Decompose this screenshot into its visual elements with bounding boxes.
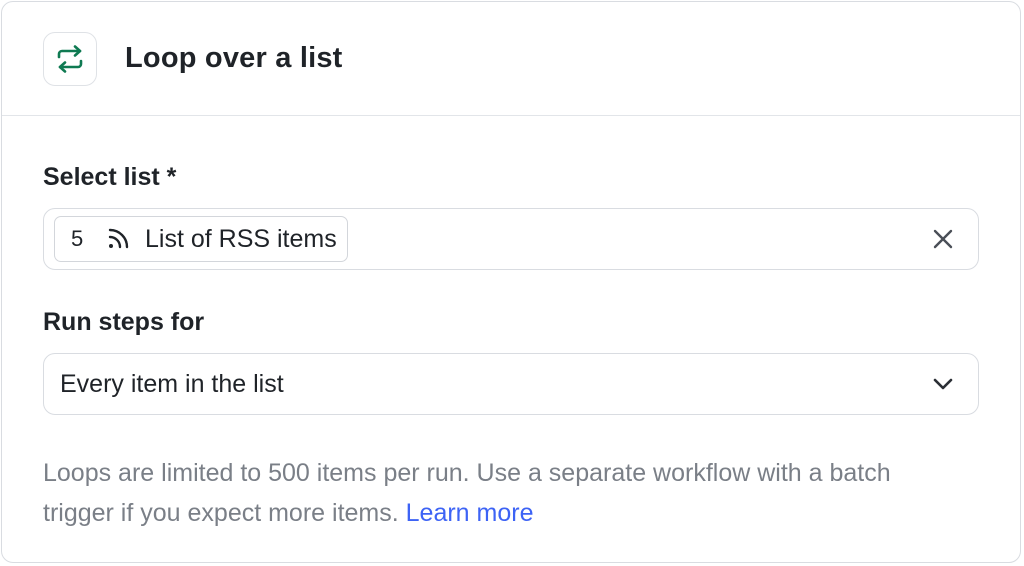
list-token[interactable]: 5 List of RSS items [54,216,348,262]
card-header: Loop over a list [2,2,1020,116]
card-title: Loop over a list [125,42,343,74]
select-list-field[interactable]: 5 List of RSS items [43,208,979,270]
run-steps-value: Every item in the list [60,369,284,398]
step-number: 5 [71,226,84,251]
card-body: Select list * 5 List of RSS items Run st… [2,162,1020,533]
learn-more-link[interactable]: Learn more [406,499,534,527]
close-icon[interactable] [928,224,958,254]
list-token-label: List of RSS items [145,224,337,253]
rss-icon [105,226,131,252]
help-text: Loops are limited to 500 items per run. … [43,453,963,533]
run-steps-label: Run steps for [43,308,205,336]
run-steps-select[interactable]: Every item in the list [43,353,979,415]
loop-arrows-icon [43,31,97,86]
loop-step-card: Loop over a list Select list * 5 List of… [1,1,1021,563]
select-list-label: Select list * [43,163,177,191]
chevron-down-icon[interactable] [928,369,958,399]
